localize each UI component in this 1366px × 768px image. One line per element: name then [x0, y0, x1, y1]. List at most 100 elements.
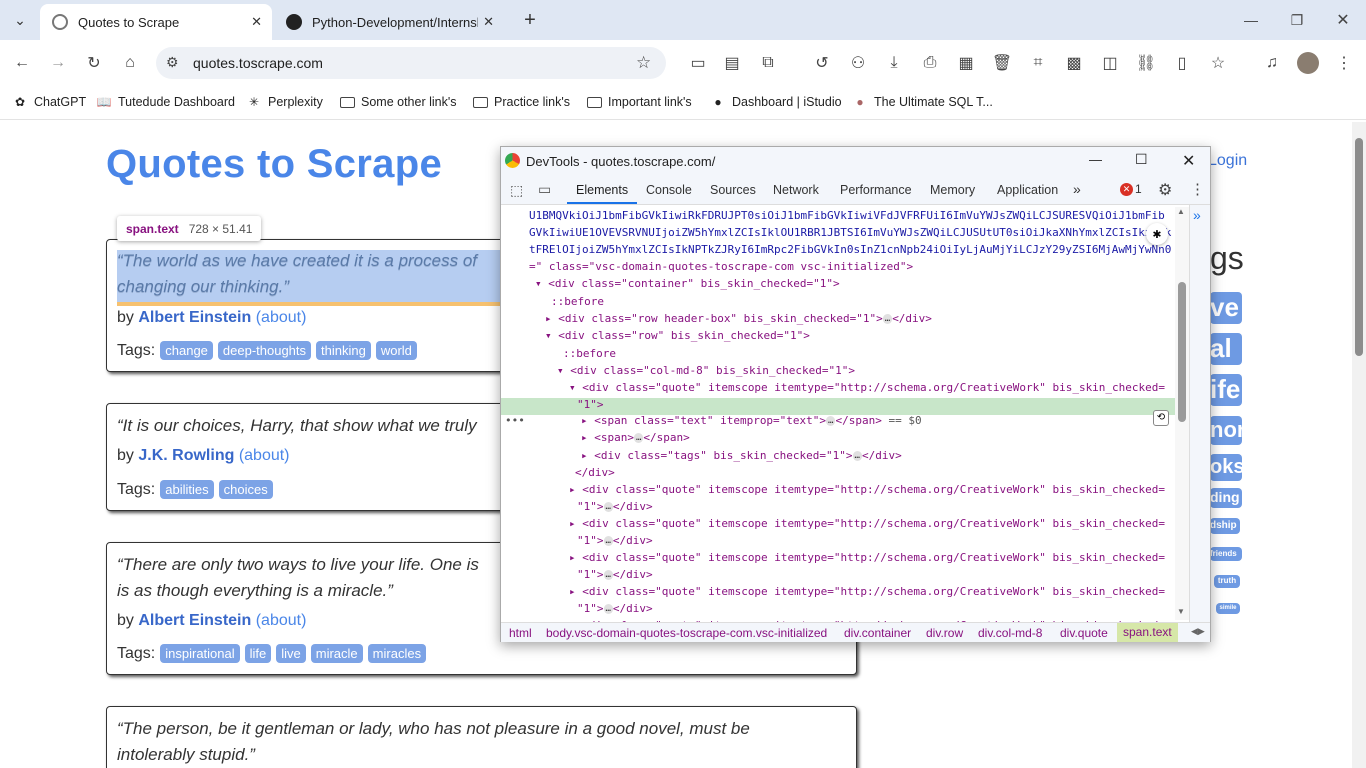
- login-link[interactable]: Login: [1208, 152, 1247, 170]
- settings-gear-icon[interactable]: ⚙: [1158, 180, 1172, 200]
- tab-network[interactable]: Network: [773, 183, 819, 197]
- scroll-left-arrow[interactable]: ◀▶: [1191, 626, 1205, 637]
- print-icon[interactable]: ⎙: [918, 51, 942, 75]
- side-tag[interactable]: friends: [1210, 547, 1242, 561]
- bookmark-perplexity[interactable]: ✳ Perplexity: [246, 92, 323, 112]
- cast-icon[interactable]: ▭: [686, 51, 710, 75]
- tag[interactable]: thinking: [316, 341, 371, 360]
- more-options-icon[interactable]: ⋮: [1190, 180, 1205, 198]
- devices-icon[interactable]: ▯: [1170, 51, 1194, 75]
- tag[interactable]: deep-thoughts: [217, 341, 312, 360]
- minimize-button[interactable]: —: [1089, 152, 1102, 167]
- side-tag[interactable]: ding: [1210, 488, 1242, 508]
- about-link[interactable]: (about): [256, 309, 307, 326]
- reader-icon[interactable]: ▤: [720, 51, 744, 75]
- tag[interactable]: miracles: [367, 644, 427, 663]
- tag[interactable]: miracle: [310, 644, 363, 663]
- side-tag[interactable]: ife: [1210, 374, 1242, 406]
- breadcrumb-item[interactable]: div.row: [926, 626, 963, 640]
- reload-button[interactable]: ↻: [82, 51, 106, 75]
- scroll-up-arrow[interactable]: ▲: [1177, 207, 1185, 216]
- translate-icon[interactable]: ⌗: [1026, 51, 1050, 75]
- breadcrumb-item[interactable]: body.vsc-domain-quotes-toscrape-com.vsc-…: [546, 626, 827, 640]
- code-line[interactable]: ▸ <div class="quote" itemscope itemtype=…: [569, 515, 1165, 532]
- code-line[interactable]: =" class="vsc-domain-quotes-toscrape-com…: [529, 258, 913, 275]
- tag[interactable]: choices: [218, 480, 273, 499]
- code-line[interactable]: tFRElOIjoiZW5hYmxlZCIsIkNPTkZJRyI6ImRpc2…: [529, 241, 1171, 258]
- code-line[interactable]: ▸ <div class="tags" bis_skin_checked="1"…: [581, 447, 902, 464]
- code-line-selected[interactable]: ▸ <span class="text" itemprop="text">… </…: [581, 412, 922, 429]
- maximize-button[interactable]: ☐: [1135, 151, 1148, 168]
- code-line[interactable]: ▸ <div class="row header-box" bis_skin_c…: [545, 310, 932, 327]
- bookmark-folder-practice[interactable]: Practice link's: [472, 92, 570, 112]
- bookmark-sql[interactable]: ● The Ultimate SQL T...: [852, 92, 992, 112]
- tab-elements[interactable]: Elements: [576, 183, 628, 197]
- history-icon[interactable]: ↺: [810, 51, 834, 75]
- page-scrollbar-thumb[interactable]: [1355, 138, 1363, 356]
- node-options-icon[interactable]: •••: [505, 412, 525, 429]
- code-line[interactable]: "1">: [577, 396, 604, 413]
- code-line[interactable]: ▸ <span>… </span>: [581, 429, 690, 446]
- tag[interactable]: world: [375, 341, 417, 360]
- maximize-button[interactable]: ❐: [1274, 0, 1320, 40]
- error-icon[interactable]: ✕: [1120, 183, 1133, 196]
- home-button[interactable]: ⌂: [118, 51, 142, 75]
- code-line[interactable]: ▾ <div class="row" bis_skin_checked="1">: [545, 327, 810, 344]
- new-tab-button[interactable]: +: [516, 6, 544, 34]
- about-link[interactable]: (about): [239, 447, 290, 464]
- back-button[interactable]: ←: [10, 51, 34, 75]
- side-tag[interactable]: nor: [1210, 416, 1242, 445]
- side-tag[interactable]: ve: [1210, 292, 1242, 324]
- site-info-icon[interactable]: ⚙: [166, 54, 179, 71]
- tab-memory[interactable]: Memory: [930, 183, 975, 197]
- side-tag[interactable]: al: [1210, 333, 1242, 365]
- forward-button[interactable]: →: [46, 51, 70, 75]
- tab-github[interactable]: Python-Development/Internship ✕: [276, 4, 504, 40]
- tag[interactable]: abilities: [160, 480, 214, 499]
- more-tabs-icon[interactable]: »: [1073, 181, 1081, 197]
- extensions-icon[interactable]: ⧉: [756, 51, 780, 75]
- tab-sources[interactable]: Sources: [710, 183, 756, 197]
- tag[interactable]: change: [160, 341, 213, 360]
- close-window-button[interactable]: ✕: [1320, 0, 1366, 40]
- elements-scrollbar-thumb[interactable]: [1178, 282, 1186, 422]
- bookmark-chatgpt[interactable]: ✿ ChatGPT: [12, 92, 86, 112]
- notes-icon[interactable]: ▦: [954, 51, 978, 75]
- avatar[interactable]: [1296, 51, 1320, 75]
- tab-search-button[interactable]: ⌄: [6, 6, 34, 34]
- tab-console[interactable]: Console: [646, 183, 692, 197]
- minimize-button[interactable]: —: [1228, 0, 1274, 40]
- code-line[interactable]: ▾ <div class="col-md-8" bis_skin_checked…: [557, 362, 855, 379]
- error-count[interactable]: 1: [1135, 182, 1142, 196]
- code-line[interactable]: ▸ <div class="quote" itemscope itemtype=…: [569, 481, 1165, 498]
- code-line[interactable]: U1BMQVkiOiJ1bmFibGVkIiwiRkFDRUJPT0siOiJ1…: [529, 207, 1165, 224]
- page-title[interactable]: Quotes to Scrape: [106, 142, 442, 187]
- scroll-down-arrow[interactable]: ▼: [1177, 607, 1185, 616]
- media-icon[interactable]: ♫: [1260, 51, 1284, 75]
- favorites-icon[interactable]: ☆: [1206, 51, 1230, 75]
- code-line[interactable]: ::before: [551, 293, 604, 310]
- tab-performance[interactable]: Performance: [840, 183, 912, 197]
- code-line[interactable]: "1">… </div>: [577, 566, 653, 583]
- bookmark-folder-important[interactable]: Important link's: [586, 92, 692, 112]
- code-line[interactable]: "1">… </div>: [577, 498, 653, 515]
- reading-mode-icon[interactable]: ◫: [1098, 51, 1122, 75]
- download-icon[interactable]: ⤓: [882, 51, 906, 75]
- styles-pane-collapsed[interactable]: »: [1189, 205, 1210, 622]
- about-link[interactable]: (about): [256, 612, 307, 629]
- close-icon[interactable]: ✕: [1182, 151, 1195, 171]
- menu-icon[interactable]: ⋮: [1332, 51, 1356, 75]
- accessibility-icon[interactable]: ✱: [1146, 223, 1168, 245]
- tab-application[interactable]: Application: [997, 183, 1058, 197]
- code-line[interactable]: </div>: [575, 464, 615, 481]
- side-tag[interactable]: dship: [1210, 518, 1240, 534]
- side-tag[interactable]: truth: [1214, 575, 1240, 588]
- device-toolbar-icon[interactable]: ▭: [538, 181, 551, 198]
- code-line[interactable]: ▾ <div class="quote" itemscope itemtype=…: [569, 379, 1165, 396]
- code-line[interactable]: ::before: [563, 345, 616, 362]
- side-tag[interactable]: simile: [1216, 603, 1240, 614]
- tag[interactable]: life: [244, 644, 272, 663]
- qr-code-icon[interactable]: ▩: [1062, 51, 1086, 75]
- code-line[interactable]: ▸ <div class="quote" itemscope itemtype=…: [569, 549, 1165, 566]
- breadcrumb-item[interactable]: html: [509, 626, 532, 640]
